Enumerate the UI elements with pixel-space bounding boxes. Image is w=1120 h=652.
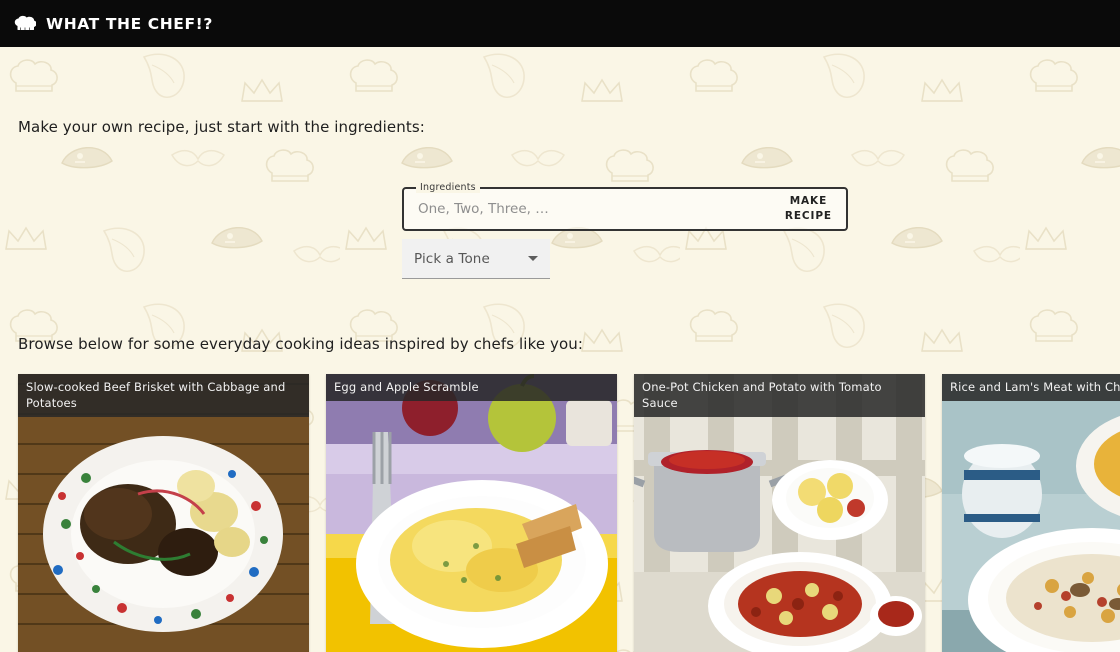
recipe-card[interactable]: Rice and Lam's Meat with Chickpeas VIEW … (942, 374, 1120, 652)
tone-select-label: Pick a Tone (414, 250, 490, 267)
ingredients-legend: Ingredients (416, 182, 480, 193)
recipe-image: Rice and Lam's Meat with Chickpeas (942, 374, 1120, 652)
tone-select[interactable]: Pick a Tone (402, 239, 550, 279)
recipe-card-list: Slow-cooked Beef Brisket with Cabbage an… (18, 374, 1120, 652)
recipe-card[interactable]: One-Pot Chicken and Potato with Tomato S… (634, 374, 925, 652)
lead-heading: Make your own recipe, just start with th… (18, 118, 425, 136)
ingredients-input[interactable] (404, 189, 781, 229)
chef-hat-icon (14, 15, 36, 33)
recipe-card[interactable]: Egg and Apple Scramble VIEW RECIPE ★★★★★ (326, 374, 617, 652)
recipe-title: Egg and Apple Scramble (326, 374, 617, 401)
recipe-image: Egg and Apple Scramble (326, 374, 617, 652)
make-recipe-button[interactable]: MAKE RECIPE (781, 194, 846, 224)
app-header: WHAT THE CHEF!? (0, 0, 1120, 47)
recipe-title: Rice and Lam's Meat with Chickpeas (942, 374, 1120, 401)
recipe-title: One-Pot Chicken and Potato with Tomato S… (634, 374, 925, 417)
recipe-card[interactable]: Slow-cooked Beef Brisket with Cabbage an… (18, 374, 309, 652)
ingredients-field: Ingredients MAKE RECIPE (402, 182, 848, 231)
recipe-title: Slow-cooked Beef Brisket with Cabbage an… (18, 374, 309, 417)
app-title: WHAT THE CHEF!? (46, 14, 213, 33)
chevron-down-icon (528, 256, 538, 261)
recipe-image: Slow-cooked Beef Brisket with Cabbage an… (18, 374, 309, 652)
browse-heading: Browse below for some everyday cooking i… (18, 335, 584, 353)
recipe-image: One-Pot Chicken and Potato with Tomato S… (634, 374, 925, 652)
recipe-form: Ingredients MAKE RECIPE Pick a Tone (402, 182, 848, 279)
